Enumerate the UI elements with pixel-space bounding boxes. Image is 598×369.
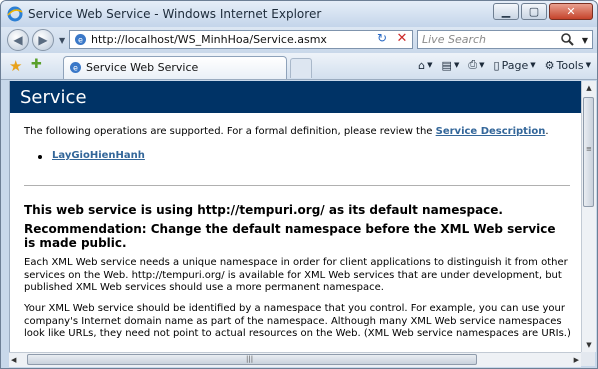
title-bar: Service Web Service - Windows Internet E…: [1, 1, 597, 27]
vertical-scroll-thumb[interactable]: ≡: [583, 97, 594, 207]
feeds-icon: ▤: [441, 58, 452, 72]
tab-favicon-icon: e: [70, 62, 81, 73]
forward-arrow-icon: ▶: [38, 33, 48, 47]
horizontal-scrollbar[interactable]: ◀ ||| ▶: [9, 352, 581, 367]
print-icon: ⎙: [468, 58, 478, 71]
feeds-dropdown-chevron: ▼: [453, 61, 460, 69]
tab-service-web-service[interactable]: e Service Web Service: [63, 56, 287, 79]
page-icon: ▯: [493, 58, 500, 72]
page-banner: Service: [10, 81, 581, 113]
add-favorites-icon[interactable]: ✚: [31, 57, 42, 72]
browser-window: Service Web Service - Windows Internet E…: [0, 0, 598, 369]
search-placeholder: Live Search: [422, 33, 486, 46]
command-tools: ⌂ ▼ ▤ ▼ ⎙ ▼ ▯ Page ▼ ⚙ Tools ▼: [418, 58, 591, 72]
horizontal-grip-icon: |||: [246, 355, 254, 363]
refresh-icon: ↻: [376, 31, 388, 45]
ie-icon: [7, 6, 23, 22]
tab-label: Service Web Service: [86, 61, 199, 74]
scroll-up-arrow-icon[interactable]: ▲: [582, 81, 596, 95]
scroll-down-arrow-icon[interactable]: ▼: [582, 338, 596, 352]
intro-end: .: [545, 126, 549, 137]
namespace-paragraph-2: Your XML Web service should be identifie…: [24, 303, 571, 339]
scroll-left-arrow-icon[interactable]: ◀: [11, 353, 25, 367]
vertical-grip-icon: ≡: [586, 145, 592, 153]
window-title: Service Web Service - Windows Internet E…: [28, 7, 322, 21]
feeds-button[interactable]: ▤ ▼: [442, 59, 460, 72]
scrollbar-corner: [581, 352, 595, 366]
service-description-link[interactable]: Service Description: [436, 126, 546, 137]
command-bar: ★ ✚ e Service Web Service ⌂ ▼ ▤ ▼ ⎙ ▼ ▯ Pag…: [1, 53, 597, 80]
home-icon: ⌂: [418, 58, 426, 72]
print-dropdown-chevron: ▼: [479, 61, 485, 69]
back-button[interactable]: ◀: [7, 29, 29, 51]
search-box[interactable]: Live Search ▼: [417, 30, 593, 49]
close-button[interactable]: ✕: [549, 3, 593, 20]
page-title: Service: [20, 87, 87, 108]
divider: [24, 185, 570, 186]
page-menu-button[interactable]: ▯ Page ▼: [494, 59, 536, 72]
address-url: http://localhost/WS_MinhHoa/Service.asmx: [91, 33, 327, 46]
page-favicon-icon: e: [75, 34, 86, 45]
page-content: Service The following operations are sup…: [9, 81, 581, 352]
tools-dropdown-chevron: ▼: [585, 61, 591, 69]
window-controls: ▁ ▢ ✕: [493, 3, 593, 21]
horizontal-scroll-thumb[interactable]: |||: [27, 354, 477, 365]
namespace-heading: This web service is using http://tempuri…: [24, 203, 503, 217]
maximize-button[interactable]: ▢: [521, 3, 547, 20]
favorites-star-icon[interactable]: ★: [9, 57, 22, 75]
minimize-button[interactable]: ▁: [493, 3, 519, 20]
svg-text:e: e: [73, 64, 78, 73]
address-field[interactable]: e http://localhost/WS_MinhHoa/Service.as…: [69, 30, 434, 49]
back-arrow-icon: ◀: [13, 33, 23, 47]
recent-pages-dropdown[interactable]: ▼: [59, 36, 65, 45]
home-dropdown-chevron: ▼: [427, 61, 433, 69]
page-menu-label: Page: [501, 58, 529, 72]
tools-menu-label: Tools: [556, 58, 584, 72]
tools-menu-button[interactable]: ⚙ Tools ▼: [545, 59, 591, 72]
print-button[interactable]: ⎙ ▼: [468, 58, 484, 72]
stop-button[interactable]: ✕: [393, 31, 411, 48]
forward-button[interactable]: ▶: [32, 29, 54, 51]
search-icon[interactable]: [560, 32, 574, 46]
tools-gear-icon: ⚙: [544, 58, 555, 72]
recommendation-heading: Recommendation: Change the default names…: [24, 222, 556, 250]
search-options-dropdown[interactable]: ▼: [582, 36, 588, 45]
intro-text: The following operations are supported. …: [24, 126, 436, 137]
intro-paragraph: The following operations are supported. …: [24, 126, 572, 139]
namespace-paragraph-1: Each XML Web service needs a unique name…: [24, 257, 568, 293]
refresh-button[interactable]: ↻: [373, 31, 391, 48]
vertical-scrollbar[interactable]: ▲ ≡ ▼: [581, 81, 596, 352]
stop-icon: ✕: [396, 31, 408, 46]
scroll-right-arrow-icon[interactable]: ▶: [565, 353, 579, 367]
operation-link-laygiohienhanh[interactable]: LayGioHienHanh: [52, 150, 145, 161]
new-tab-button[interactable]: [290, 58, 312, 78]
operation-bullet: [38, 155, 42, 159]
page-dropdown-chevron: ▼: [530, 61, 536, 69]
address-toolbar: ◀ ▶ ▼ e http://localhost/WS_MinhHoa/Serv…: [1, 27, 597, 53]
svg-text:e: e: [78, 36, 83, 45]
home-button[interactable]: ⌂ ▼: [418, 59, 432, 72]
